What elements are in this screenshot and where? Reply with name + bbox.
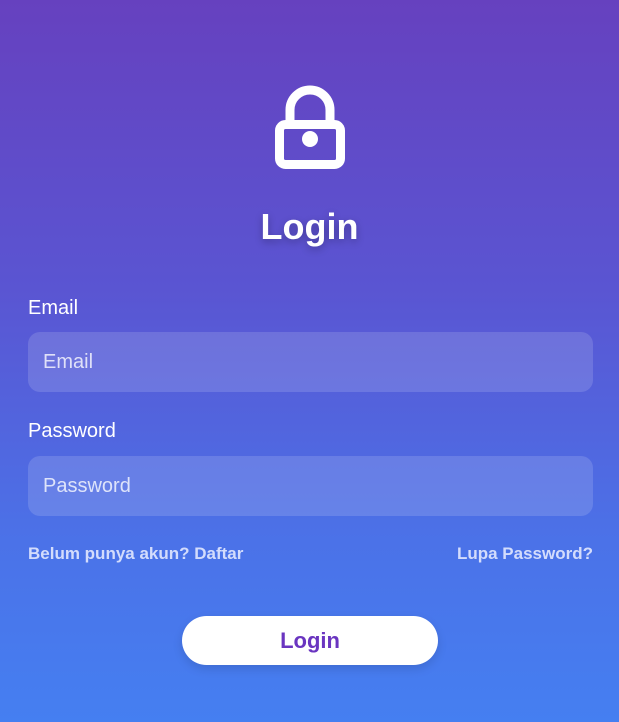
login-screen: Login Email Password Belum punya akun? D… [0,0,619,722]
email-field[interactable] [28,332,593,392]
forgot-password-link[interactable]: Lupa Password? [457,544,593,564]
login-button[interactable]: Login [182,616,438,665]
password-label: Password [28,420,116,442]
password-field[interactable] [28,456,593,516]
page-title: Login [260,206,359,247]
email-label: Email [28,297,79,319]
lock-icon [275,85,345,169]
register-link[interactable]: Belum punya akun? Daftar [28,544,243,564]
